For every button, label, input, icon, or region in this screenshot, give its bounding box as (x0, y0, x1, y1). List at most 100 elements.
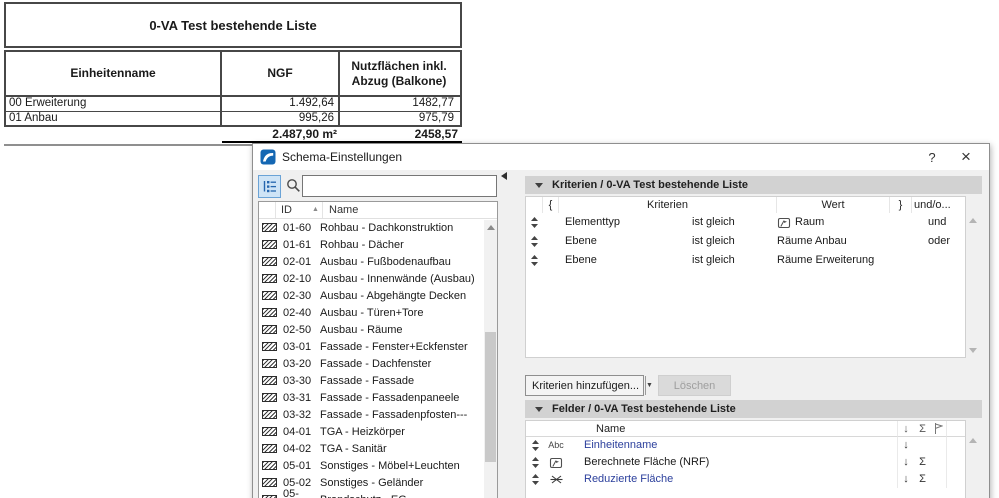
sort-down-icon[interactable]: ↓ (897, 437, 914, 454)
criteria-operator[interactable]: ist gleich (692, 213, 777, 232)
criteria-value[interactable]: Raum (777, 213, 890, 232)
criteria-name[interactable]: Ebene (559, 232, 692, 251)
list-item[interactable]: 03-31 Fassade - Fassadenpaneele (259, 389, 497, 406)
reduced-area-icon (544, 471, 568, 488)
panel-collapse-icon[interactable] (501, 172, 507, 180)
search-icon[interactable] (286, 178, 301, 193)
report-col-nutzflaechen: Nutzflächen inkl. Abzug (Balkone) (351, 59, 447, 88)
sort-ascending-icon[interactable]: ▲ (312, 202, 322, 218)
zone-stamp-icon (544, 454, 568, 471)
list-item[interactable]: 02-30 Ausbau - Abgehängte Decken (259, 287, 497, 304)
criteria-handle-header (526, 197, 543, 213)
schedule-icon (262, 359, 277, 368)
schedule-icon (262, 478, 277, 487)
search-input[interactable] (302, 175, 497, 197)
collapse-icon (535, 406, 543, 412)
list-item[interactable]: 05-031Brandschutz - EG (259, 488, 497, 498)
list-item[interactable]: 02-01 Ausbau - Fußbodenaufbau (259, 253, 497, 270)
schedule-icon (262, 308, 277, 317)
report-totals-row: 2.487,90 m² 2458,57 (4, 128, 462, 143)
sort-down-icon[interactable]: ↓ (897, 421, 914, 437)
scrollbar-thumb[interactable] (485, 332, 496, 462)
criteria-operator[interactable]: ist gleich (692, 232, 777, 251)
criteria-value[interactable]: Räume Anbau (777, 232, 890, 251)
list-scrollbar[interactable] (484, 220, 497, 498)
criteria-open-bracket-header: { (543, 197, 559, 213)
criteria-scroll-down-icon[interactable] (969, 348, 977, 353)
report-table: 0-VA Test bestehende Liste Einheitenname… (4, 2, 462, 146)
row-handle-icon[interactable] (526, 213, 543, 232)
field-name[interactable]: Einheitenname (568, 437, 897, 454)
list-item[interactable]: 03-20 Fassade - Dachfenster (259, 355, 497, 372)
list-item[interactable]: 02-40 Ausbau - Türen+Tore (259, 304, 497, 321)
criteria-section-header[interactable]: Kriterien / 0-VA Test bestehende Liste (525, 176, 982, 194)
fields-name-header[interactable]: Name (568, 421, 897, 437)
collapse-icon (535, 182, 543, 188)
name-column-header[interactable]: Name (322, 202, 497, 218)
list-item[interactable]: 04-01 TGA - Heizkörper (259, 423, 497, 440)
schedule-icon (262, 393, 277, 402)
table-row: 01 Anbau 995,26 975,79 (6, 111, 460, 125)
sort-down-icon[interactable]: ↓ (897, 454, 914, 471)
criteria-scroll-up-icon[interactable] (969, 218, 977, 223)
list-item[interactable]: 03-30 Fassade - Fassade (259, 372, 497, 389)
close-button[interactable]: × (949, 144, 983, 170)
row-handle-icon[interactable] (526, 471, 544, 488)
schedule-icon (262, 342, 277, 351)
dialog-title: Schema-Einstellungen (282, 150, 403, 164)
criteria-name[interactable]: Ebene (559, 251, 692, 270)
table-row: 00 Erweiterung 1.492,64 1482,77 (6, 97, 460, 111)
schema-settings-dialog: Schema-Einstellungen ? × ID ▲ Name 01-60… (252, 143, 990, 498)
tree-view-button[interactable] (258, 175, 281, 198)
dropdown-icon[interactable]: ▼ (645, 376, 653, 395)
list-item[interactable]: 03-32 Fassade - Fassadenpfosten--- (259, 406, 497, 423)
list-item[interactable]: 02-50 Ausbau - Räume (259, 321, 497, 338)
sort-down-icon[interactable]: ↓ (897, 471, 914, 488)
criteria-name[interactable]: Elementtyp (559, 213, 692, 232)
archicad-logo-icon (260, 149, 276, 165)
fields-section-header[interactable]: Felder / 0-VA Test bestehende Liste (525, 400, 982, 418)
list-item[interactable]: 04-02 TGA - Sanitär (259, 440, 497, 457)
abc-icon: Abc (548, 440, 564, 450)
criteria-value-header: Wert (777, 197, 890, 213)
criteria-andor[interactable] (912, 251, 965, 270)
fields-scroll-up-icon[interactable] (969, 438, 977, 443)
row-handle-icon[interactable] (526, 232, 543, 251)
field-name[interactable]: Reduzierte Fläche (568, 471, 897, 488)
row-handle-icon[interactable] (526, 454, 544, 471)
list-item[interactable]: 02-10 Ausbau - Innenwände (Ausbau) (259, 270, 497, 287)
icon-column-header[interactable] (259, 202, 276, 218)
help-button[interactable]: ? (915, 144, 949, 170)
flag-icon[interactable] (931, 421, 947, 437)
schedule-icon (262, 325, 277, 334)
total-ngf: 2.487,90 m² (222, 128, 341, 143)
schedule-icon (262, 240, 277, 249)
criteria-value[interactable]: Räume Erweiterung (777, 251, 890, 270)
sigma-icon[interactable]: Σ (914, 471, 931, 488)
list-item[interactable]: 05-01 Sonstiges - Möbel+Leuchten (259, 457, 497, 474)
add-criteria-button[interactable]: Kriterien hinzufügen... ▼ (525, 375, 653, 396)
dialog-content: ID ▲ Name 01-60 Rohbau - Dachkonstruktion… (253, 170, 989, 498)
criteria-name-header: Kriterien (559, 197, 777, 213)
field-name[interactable]: Berechnete Fläche (NRF) (568, 454, 897, 471)
dialog-titlebar[interactable]: Schema-Einstellungen ? × (253, 144, 989, 170)
sigma-icon[interactable]: Σ (914, 421, 931, 437)
row-handle-icon[interactable] (526, 437, 544, 454)
list-item[interactable]: 01-61 Rohbau - Dächer (259, 236, 497, 253)
scroll-up-icon[interactable] (484, 220, 497, 234)
list-item[interactable]: 03-01 Fassade - Fenster+Eckfenster (259, 338, 497, 355)
row-handle-icon[interactable] (526, 251, 543, 270)
report-col-einheitenname: Einheitenname (6, 52, 222, 95)
criteria-operator[interactable]: ist gleich (692, 251, 777, 270)
report-title: 0-VA Test bestehende Liste (4, 2, 462, 48)
criteria-table: { Kriterien Wert } und/o... Elementtyp i… (525, 196, 966, 358)
criteria-andor[interactable]: oder (912, 232, 965, 251)
criteria-andor[interactable]: und (912, 213, 965, 232)
id-column-header[interactable]: ID (276, 202, 312, 218)
schedule-icon (262, 410, 277, 419)
schedule-icon (262, 427, 277, 436)
zone-stamp-icon (777, 217, 791, 229)
delete-button[interactable]: Löschen (658, 375, 731, 396)
sigma-icon[interactable]: Σ (914, 454, 931, 471)
list-item[interactable]: 01-60 Rohbau - Dachkonstruktion (259, 219, 497, 236)
